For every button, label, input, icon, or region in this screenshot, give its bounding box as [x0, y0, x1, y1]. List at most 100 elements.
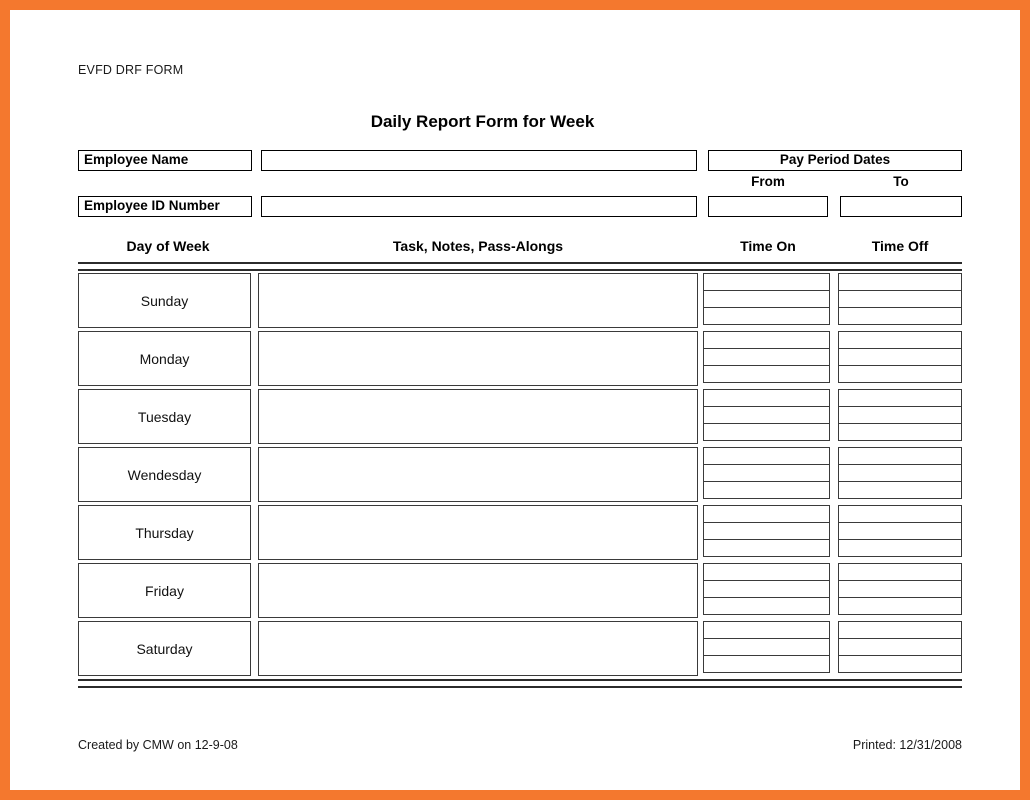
time-off-cell	[838, 505, 962, 560]
day-of-week-cell: Wendesday	[78, 447, 251, 502]
time-off-input[interactable]	[838, 405, 962, 425]
table-row: Wendesday	[78, 447, 962, 502]
time-off-cell	[838, 389, 962, 444]
time-off-cell	[838, 621, 962, 676]
time-off-input[interactable]	[838, 364, 962, 383]
time-off-cell	[838, 447, 962, 502]
footer-created-text: Created by CMW on 12-9-08	[78, 738, 238, 752]
table-row: Sunday	[78, 273, 962, 328]
time-on-cell	[703, 563, 830, 618]
time-on-input[interactable]	[703, 596, 830, 615]
footer: Created by CMW on 12-9-08 Printed: 12/31…	[78, 738, 962, 754]
header-divider-rule	[78, 262, 962, 271]
employee-id-input[interactable]	[261, 196, 697, 217]
task-notes-input[interactable]	[258, 331, 698, 386]
time-on-input[interactable]	[703, 347, 830, 367]
time-on-cell	[703, 447, 830, 502]
table-row: Tuesday	[78, 389, 962, 444]
task-notes-input[interactable]	[258, 505, 698, 560]
time-on-input[interactable]	[703, 306, 830, 325]
form-page: EVFD DRF FORM Daily Report Form for Week…	[10, 10, 1020, 790]
table-header-row: Day of Week Task, Notes, Pass-Alongs Tim…	[78, 238, 962, 262]
time-on-input[interactable]	[703, 654, 830, 673]
time-off-input[interactable]	[838, 521, 962, 541]
pay-period-to-input[interactable]	[840, 196, 962, 217]
time-on-input[interactable]	[703, 579, 830, 599]
time-on-input[interactable]	[703, 289, 830, 309]
task-notes-input[interactable]	[258, 273, 698, 328]
time-off-input[interactable]	[838, 389, 962, 408]
time-off-cell	[838, 273, 962, 328]
employee-info-block: Employee Name Pay Period Dates From To E…	[78, 150, 962, 217]
time-off-input[interactable]	[838, 579, 962, 599]
time-off-input[interactable]	[838, 422, 962, 441]
table-bottom-rule	[78, 679, 962, 688]
time-off-input[interactable]	[838, 331, 962, 350]
footer-printed-text: Printed: 12/31/2008	[852, 738, 962, 752]
task-notes-input[interactable]	[258, 447, 698, 502]
time-on-input[interactable]	[703, 521, 830, 541]
column-header-day: Day of Week	[126, 238, 210, 254]
time-on-cell	[703, 389, 830, 444]
time-off-input[interactable]	[838, 621, 962, 640]
time-off-input[interactable]	[838, 289, 962, 309]
time-off-input[interactable]	[838, 306, 962, 325]
time-off-input[interactable]	[838, 563, 962, 582]
time-on-input[interactable]	[703, 637, 830, 657]
pay-period-sublabels: From To	[708, 174, 962, 192]
time-off-input[interactable]	[838, 538, 962, 557]
time-off-input[interactable]	[838, 654, 962, 673]
employee-id-row: Employee ID Number	[78, 196, 962, 217]
time-on-input[interactable]	[703, 422, 830, 441]
time-off-cell	[838, 331, 962, 386]
time-on-input[interactable]	[703, 505, 830, 524]
time-off-input[interactable]	[838, 447, 962, 466]
time-off-input[interactable]	[838, 273, 962, 292]
day-of-week-cell: Friday	[78, 563, 251, 618]
time-off-input[interactable]	[838, 505, 962, 524]
table-row: Monday	[78, 331, 962, 386]
task-notes-input[interactable]	[258, 389, 698, 444]
time-on-cell	[703, 331, 830, 386]
pay-period-heading: Pay Period Dates	[708, 150, 962, 171]
task-notes-input[interactable]	[258, 621, 698, 676]
table-body: Sunday Monday Tuesday Wendesday Thursday Frid…	[78, 273, 962, 676]
time-off-input[interactable]	[838, 347, 962, 367]
time-off-input[interactable]	[838, 596, 962, 615]
task-notes-input[interactable]	[258, 563, 698, 618]
time-on-cell	[703, 621, 830, 676]
employee-name-label: Employee Name	[78, 150, 252, 171]
time-on-input[interactable]	[703, 563, 830, 582]
time-off-input[interactable]	[838, 480, 962, 499]
time-on-input[interactable]	[703, 447, 830, 466]
time-on-input[interactable]	[703, 389, 830, 408]
time-on-input[interactable]	[703, 621, 830, 640]
day-of-week-cell: Saturday	[78, 621, 251, 676]
employee-name-input[interactable]	[261, 150, 697, 171]
time-on-cell	[703, 273, 830, 328]
time-on-input[interactable]	[703, 364, 830, 383]
pay-period-from-input[interactable]	[708, 196, 828, 217]
pay-period-to-label: To	[893, 174, 909, 189]
time-off-cell	[838, 563, 962, 618]
time-on-cell	[703, 505, 830, 560]
column-header-time-off: Time Off	[871, 238, 929, 254]
time-on-input[interactable]	[703, 480, 830, 499]
time-off-input[interactable]	[838, 463, 962, 483]
column-header-task: Task, Notes, Pass-Alongs	[392, 238, 564, 254]
form-code-label: EVFD DRF FORM	[78, 63, 184, 77]
time-on-input[interactable]	[703, 331, 830, 350]
table-row: Saturday	[78, 621, 962, 676]
employee-id-label: Employee ID Number	[78, 196, 252, 217]
pay-period-fields	[708, 196, 962, 217]
table-row: Thursday	[78, 505, 962, 560]
time-on-input[interactable]	[703, 273, 830, 292]
time-on-input[interactable]	[703, 538, 830, 557]
time-on-input[interactable]	[703, 405, 830, 425]
time-on-input[interactable]	[703, 463, 830, 483]
table-row: Friday	[78, 563, 962, 618]
time-off-input[interactable]	[838, 637, 962, 657]
day-of-week-cell: Tuesday	[78, 389, 251, 444]
day-of-week-cell: Monday	[78, 331, 251, 386]
day-of-week-cell: Thursday	[78, 505, 251, 560]
